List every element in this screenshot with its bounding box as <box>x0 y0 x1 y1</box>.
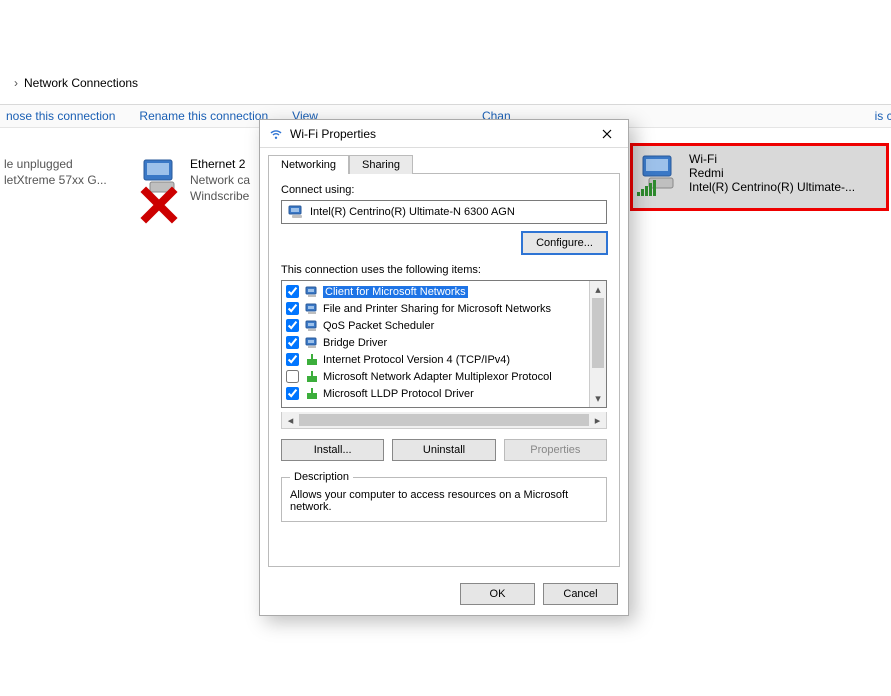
conn-status: Redmi <box>689 166 855 180</box>
connection-card-wifi[interactable]: Wi-Fi Redmi Intel(R) Centrino(R) Ultimat… <box>633 146 886 208</box>
breadcrumb: › Network Connections <box>0 72 891 94</box>
item-label: Bridge Driver <box>323 337 387 349</box>
wifi-icon <box>268 126 284 142</box>
items-list[interactable]: Client for Microsoft Networks File and Pr… <box>281 280 607 408</box>
dialog-title: Wi-Fi Properties <box>290 127 592 141</box>
scroll-right-icon[interactable]: ▸ <box>589 412 606 428</box>
scroll-left-icon[interactable]: ◂ <box>282 412 299 428</box>
nic-icon <box>639 152 681 194</box>
disconnected-x-icon <box>138 184 154 200</box>
connection-card-ethernet2[interactable]: Ethernet 2 Network ca Windscribe <box>140 156 260 204</box>
item-checkbox[interactable] <box>286 370 299 383</box>
items-label: This connection uses the following items… <box>281 264 607 276</box>
dialog-tabs: Networking Sharing <box>260 148 628 173</box>
conn-device: Windscribe <box>190 188 250 204</box>
list-item[interactable]: Bridge Driver <box>284 334 587 351</box>
wifi-properties-dialog: Wi-Fi Properties Networking Sharing Conn… <box>259 119 629 616</box>
properties-button: Properties <box>504 439 607 461</box>
scroll-thumb[interactable] <box>299 414 589 426</box>
install-button[interactable]: Install... <box>281 439 384 461</box>
close-button[interactable] <box>592 124 622 144</box>
chevron-right-icon: › <box>14 76 18 90</box>
uninstall-button[interactable]: Uninstall <box>392 439 495 461</box>
tab-sharing[interactable]: Sharing <box>349 155 413 174</box>
item-checkbox[interactable] <box>286 302 299 315</box>
item-label: Client for Microsoft Networks <box>323 286 468 298</box>
item-label: Microsoft Network Adapter Multiplexor Pr… <box>323 371 552 383</box>
adapter-field[interactable]: Intel(R) Centrino(R) Ultimate-N 6300 AGN <box>281 200 607 224</box>
conn-status: Network ca <box>190 172 250 188</box>
wifi-signal-icon <box>637 180 656 196</box>
description-text: Allows your computer to access resources… <box>290 489 598 513</box>
conn-name: Wi-Fi <box>689 152 855 166</box>
conn-device: Intel(R) Centrino(R) Ultimate-... <box>689 180 855 194</box>
breadcrumb-label[interactable]: Network Connections <box>24 76 138 90</box>
list-item[interactable]: QoS Packet Scheduler <box>284 317 587 334</box>
client-icon <box>305 302 319 316</box>
change-settings-right[interactable]: is connection <box>875 109 891 123</box>
list-item[interactable]: Internet Protocol Version 4 (TCP/IPv4) <box>284 351 587 368</box>
cancel-button[interactable]: Cancel <box>543 583 618 605</box>
dialog-footer: OK Cancel <box>260 575 628 615</box>
item-checkbox[interactable] <box>286 387 299 400</box>
description-legend: Description <box>290 471 353 483</box>
conn-device: letXtreme 57xx G... <box>4 172 107 188</box>
item-checkbox[interactable] <box>286 336 299 349</box>
list-item[interactable]: Client for Microsoft Networks <box>284 283 587 300</box>
client-icon <box>305 285 319 299</box>
item-label: File and Printer Sharing for Microsoft N… <box>323 303 551 315</box>
client-icon <box>305 319 319 333</box>
tab-networking[interactable]: Networking <box>268 155 349 174</box>
ok-button[interactable]: OK <box>460 583 535 605</box>
diagnose-connection[interactable]: nose this connection <box>6 109 115 123</box>
scroll-up-icon[interactable]: ▴ <box>590 281 606 298</box>
configure-button[interactable]: Configure... <box>522 232 607 254</box>
connect-using-label: Connect using: <box>281 184 607 196</box>
item-checkbox[interactable] <box>286 319 299 332</box>
rename-connection[interactable]: Rename this connection <box>139 109 268 123</box>
client-icon <box>305 336 319 350</box>
adapter-name: Intel(R) Centrino(R) Ultimate-N 6300 AGN <box>310 206 515 218</box>
nic-icon <box>140 156 182 198</box>
protocol-icon <box>305 387 319 401</box>
item-checkbox[interactable] <box>286 285 299 298</box>
conn-name: Ethernet 2 <box>190 156 250 172</box>
list-item[interactable]: Microsoft Network Adapter Multiplexor Pr… <box>284 368 587 385</box>
vertical-scrollbar[interactable]: ▴ ▾ <box>589 281 606 407</box>
protocol-icon <box>305 370 319 384</box>
list-item[interactable]: Microsoft LLDP Protocol Driver <box>284 385 587 402</box>
conn-status: le unplugged <box>4 156 107 172</box>
networking-panel: Connect using: Intel(R) Centrino(R) Ulti… <box>268 173 620 567</box>
item-checkbox[interactable] <box>286 353 299 366</box>
list-item[interactable]: File and Printer Sharing for Microsoft N… <box>284 300 587 317</box>
scroll-down-icon[interactable]: ▾ <box>590 390 606 407</box>
dialog-titlebar: Wi-Fi Properties <box>260 120 628 148</box>
adapter-icon <box>288 205 304 219</box>
item-label: Microsoft LLDP Protocol Driver <box>323 388 474 400</box>
protocol-icon <box>305 353 319 367</box>
scroll-thumb[interactable] <box>592 298 604 368</box>
item-label: Internet Protocol Version 4 (TCP/IPv4) <box>323 354 510 366</box>
connection-card-partial[interactable]: le unplugged letXtreme 57xx G... <box>0 156 140 188</box>
description-group: Description Allows your computer to acce… <box>281 471 607 522</box>
horizontal-scrollbar[interactable]: ◂ ▸ <box>281 412 607 429</box>
item-label: QoS Packet Scheduler <box>323 320 434 332</box>
